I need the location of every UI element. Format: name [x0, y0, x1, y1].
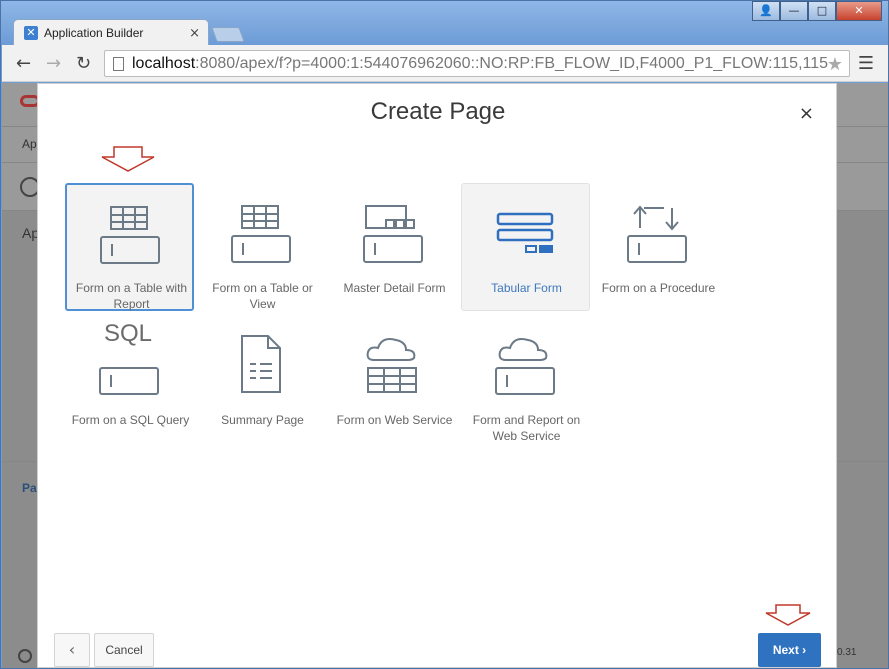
next-button[interactable]: Next ›: [758, 633, 821, 667]
forward-arrow-icon[interactable]: →: [46, 53, 61, 74]
next-button-label: Next: [772, 643, 799, 657]
card-label: Master Detail Form: [343, 281, 446, 295]
url-host: localhost: [132, 54, 196, 72]
form-table-icon: [231, 205, 291, 263]
browser-window: 👤 — □ ✕ ✕ Application Builder × ← → ↻ lo…: [0, 0, 889, 669]
browser-tab[interactable]: ✕ Application Builder ×: [13, 19, 209, 46]
title-bar: 👤 — □ ✕ ✕ Application Builder ×: [1, 1, 888, 46]
back-arrow-icon[interactable]: ←: [16, 53, 31, 74]
card-tabular-form[interactable]: Tabular Form: [461, 183, 590, 311]
page-icon: [113, 56, 124, 71]
summary-page-icon: [241, 335, 281, 393]
card-summary-page[interactable]: Summary Page: [197, 315, 326, 443]
card-form-table-view[interactable]: Form on a Table or View: [197, 183, 326, 311]
card-label: Form on a Table or View: [212, 281, 313, 311]
dialog-title: Create Page: [370, 98, 506, 125]
close-window-button[interactable]: ✕: [836, 1, 882, 21]
card-label: Form on a Table with Report: [75, 281, 188, 311]
card-form-sql-query[interactable]: SQL Form on a SQL Query: [65, 315, 194, 443]
address-bar[interactable]: localhost:8080/apex/f?p=4000:1:544076962…: [104, 50, 850, 77]
maximize-button[interactable]: □: [808, 1, 836, 21]
card-label: Form on a SQL Query: [71, 413, 190, 427]
bg-item-ap1: Ap: [22, 137, 37, 151]
tabular-form-icon: [496, 212, 554, 253]
card-label: Form on Web Service: [336, 413, 453, 427]
card-form-web-service[interactable]: Form on Web Service: [329, 315, 458, 443]
reload-icon[interactable]: ↻: [76, 53, 91, 74]
web-service-icon: [366, 338, 417, 393]
tab-title: Application Builder: [44, 26, 144, 40]
annotation-arrow-icon: [101, 146, 155, 172]
bg-item-pa: Pa: [22, 481, 37, 495]
create-page-dialog: Create Page × Form on a Table with Repor…: [37, 83, 837, 668]
card-form-report-web-service[interactable]: Form and Report on Web Service: [461, 315, 590, 443]
url-path: :8080/apex/f?p=4000:1:544076962060::NO:R…: [195, 54, 829, 72]
new-tab-button[interactable]: [211, 27, 245, 42]
user-icon[interactable]: 👤: [752, 1, 780, 21]
apex-app-icon: ✕: [24, 26, 38, 40]
card-label: Summary Page: [221, 413, 304, 427]
annotation-arrow-icon: [765, 604, 811, 626]
bg-user-icon: [18, 649, 32, 663]
procedure-icon: [627, 205, 687, 263]
cancel-button[interactable]: Cancel: [94, 633, 154, 667]
window-controls: 👤 — □ ✕: [752, 1, 882, 21]
bg-version: 0.31: [837, 647, 857, 658]
card-label: Tabular Form: [491, 281, 562, 295]
card-master-detail[interactable]: Master Detail Form: [329, 183, 458, 311]
previous-button[interactable]: ‹: [54, 633, 90, 667]
card-label: Form and Report on Web Service: [472, 413, 581, 443]
bookmark-star-icon[interactable]: ★: [827, 54, 843, 75]
browser-toolbar: ← → ↻ localhost:8080/apex/f?p=4000:1:544…: [2, 45, 888, 82]
browser-menu-icon[interactable]: ☰: [858, 53, 874, 74]
minimize-button[interactable]: —: [780, 1, 808, 21]
form-table-icon: [100, 206, 160, 264]
chevron-right-icon: ›: [802, 643, 807, 657]
master-detail-icon: [363, 205, 423, 263]
web-service-form-icon: [495, 338, 555, 395]
card-label: Form on a Procedure: [601, 281, 716, 295]
dialog-close-icon[interactable]: ×: [799, 103, 814, 124]
input-field-icon: [99, 367, 159, 395]
card-form-procedure[interactable]: Form on a Procedure: [593, 183, 722, 311]
tab-close-icon[interactable]: ×: [189, 26, 200, 41]
card-form-table-report[interactable]: Form on a Table with Report: [65, 183, 194, 311]
dialog-footer: ‹ Cancel Next ›: [38, 627, 838, 667]
